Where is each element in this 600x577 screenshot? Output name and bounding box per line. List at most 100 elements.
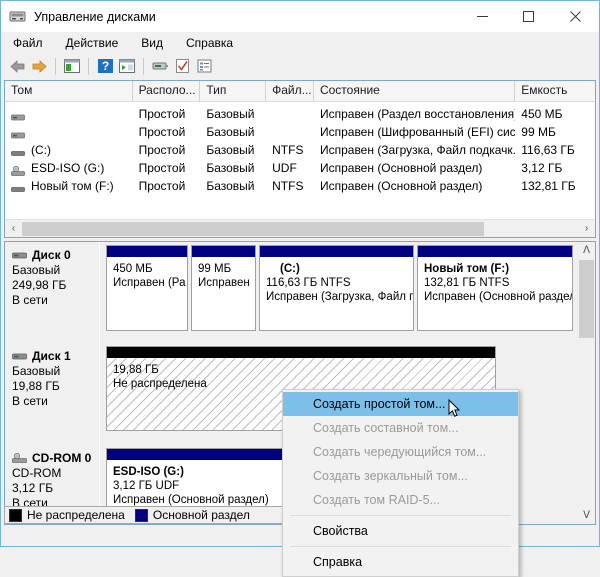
disk-row-disk0[interactable]: Диск 0 Базовый 249,98 ГБ В сети 450 МБ И…: [5, 242, 580, 343]
cell-filesystem: NTFS: [272, 143, 304, 157]
ctx-new-mirrored-volume: Создать зеркальный том...: [313, 469, 468, 483]
cell-type: Базовый: [206, 107, 255, 121]
partition-color-bar: [418, 246, 572, 257]
disk-size: 19,88 ГБ: [12, 379, 60, 393]
volume-list-header: Том Располо... Тип Файл... Состояние Емк…: [5, 81, 595, 102]
cell-status: Исправен (Загрузка, Файл подкачк...: [319, 143, 516, 157]
column-header-volume[interactable]: Том: [5, 81, 133, 101]
properties-list-icon[interactable]: [193, 56, 215, 77]
partition-title: (C:): [280, 263, 300, 275]
ctx-new-simple-volume[interactable]: Создать простой том...: [283, 392, 518, 416]
ctx-new-striped-volume: Создать чередующийся том...: [313, 445, 487, 459]
forward-icon[interactable]: [28, 56, 50, 77]
help-icon[interactable]: ?: [94, 56, 116, 77]
toolbar-separator-1: [55, 57, 56, 75]
partition-c[interactable]: (C:) 116,63 ГБ NTFS Исправен (Загрузка, …: [259, 245, 414, 331]
partition-size: 19,88 ГБ: [113, 364, 159, 376]
volume-list-body: Простой Базовый Исправен (Раздел восстан…: [5, 102, 595, 195]
scroll-up-arrow[interactable]: ᐱ: [578, 242, 595, 259]
partition-size: 132,81 ГБ NTFS: [424, 277, 510, 289]
cell-type: Базовый: [206, 143, 255, 157]
partition-f[interactable]: Новый том (F:) 132,81 ГБ NTFS Исправен (…: [417, 245, 573, 331]
scroll-left-arrow[interactable]: ‹: [5, 221, 22, 237]
legend-label-unallocated: Не распределена: [27, 508, 125, 522]
menu-file[interactable]: Файл: [10, 35, 46, 51]
disk-type: Базовый: [12, 263, 61, 277]
show-hide-console-tree-icon[interactable]: [61, 56, 83, 77]
column-header-type[interactable]: Тип: [200, 81, 267, 101]
scroll-thumb[interactable]: [579, 260, 594, 338]
disk-management-icon: [9, 9, 27, 25]
ctx-properties[interactable]: Свойства: [283, 519, 518, 543]
partition-color-bar: [260, 246, 413, 257]
partition-efi[interactable]: 99 МБ Исправен: [191, 245, 256, 331]
menu-view[interactable]: Вид: [138, 35, 166, 51]
menu-help[interactable]: Справка: [183, 35, 236, 51]
cell-volume: (C:): [31, 143, 51, 157]
minimize-button[interactable]: [459, 1, 505, 32]
table-row[interactable]: (C:) Простой Базовый NTFS Исправен (Загр…: [5, 141, 595, 159]
table-row[interactable]: Простой Базовый Исправен (Шифрованный (E…: [5, 123, 595, 141]
ctx-new-spanned-volume: Создать составной том...: [313, 421, 459, 435]
partition-color-bar: [192, 246, 255, 257]
scroll-down-arrow[interactable]: ᐯ: [578, 507, 595, 524]
cell-status: Исправен (Основной раздел): [319, 179, 483, 193]
cd-rom-icon: [12, 453, 27, 463]
back-icon[interactable]: [6, 56, 28, 77]
disk-label-disk0[interactable]: Диск 0 Базовый 249,98 ГБ В сети: [5, 242, 100, 343]
ctx-help[interactable]: Справка: [283, 550, 518, 574]
cell-layout: Простой: [138, 125, 186, 139]
checkmark-icon[interactable]: [171, 56, 193, 77]
show-action-pane-icon[interactable]: [116, 56, 138, 77]
disk-label-disk1[interactable]: Диск 1 Базовый 19,88 ГБ В сети: [5, 343, 100, 445]
column-header-layout[interactable]: Располо...: [133, 81, 201, 101]
partition-status: Исправен: [198, 277, 250, 289]
column-header-status[interactable]: Состояние: [314, 81, 516, 101]
menu-bar: Файл Действие Вид Справка: [1, 32, 599, 54]
menu-action[interactable]: Действие: [63, 35, 122, 51]
table-row[interactable]: Простой Базовый Исправен (Раздел восстан…: [5, 105, 595, 123]
legend-bar: Не распределена Основной раздел: [4, 506, 290, 524]
legend-label-primary: Основной раздел: [152, 508, 250, 522]
disk-name: Диск 1: [32, 349, 71, 363]
scroll-right-arrow[interactable]: ›: [578, 221, 595, 237]
disk-name: Диск 0: [32, 248, 71, 262]
cell-volume: Новый том (F:): [31, 179, 114, 193]
partition-color-bar: [107, 347, 495, 358]
cell-status: Исправен (Основной раздел): [319, 161, 483, 175]
rescan-disks-icon[interactable]: [149, 56, 171, 77]
partition-status: Исправен (Основной раздел): [424, 291, 572, 303]
cell-capacity: 116,63 ГБ: [521, 143, 575, 157]
scroll-track[interactable]: [22, 221, 578, 237]
cell-volume: ESD-ISO (G:): [31, 161, 105, 175]
disk-size: 3,12 ГБ: [12, 481, 54, 495]
partition-recovery[interactable]: 450 МБ Исправен (Ра: [106, 245, 188, 331]
scroll-thumb[interactable]: [22, 221, 484, 236]
window-controls: [459, 1, 599, 32]
graphical-view-vertical-scrollbar[interactable]: ᐱ ᐯ: [578, 242, 595, 524]
hard-drive-icon: [11, 110, 25, 121]
partition-size: 450 МБ: [113, 263, 153, 275]
close-button[interactable]: [551, 1, 599, 32]
cell-layout: Простой: [138, 161, 186, 175]
cell-capacity: 450 МБ: [521, 107, 563, 121]
maximize-button[interactable]: [505, 1, 551, 32]
column-header-filesystem[interactable]: Файл...: [266, 81, 314, 101]
table-row[interactable]: ESD-ISO (G:) Простой Базовый UDF Исправе…: [5, 159, 595, 177]
context-menu: Создать простой том... Создать составной…: [282, 389, 519, 577]
cell-capacity: 132,81 ГБ: [521, 179, 576, 193]
mouse-cursor: [448, 398, 461, 422]
hard-disk-icon: [12, 351, 27, 361]
partition-color-bar: [107, 449, 289, 460]
toolbar: ?: [1, 54, 599, 78]
window-title: Управление дисками: [34, 9, 156, 24]
table-row[interactable]: Новый том (F:) Простой Базовый NTFS Испр…: [5, 177, 595, 195]
disk-size: 249,98 ГБ: [12, 278, 67, 292]
cell-layout: Простой: [138, 179, 186, 193]
hard-drive-icon: [11, 128, 25, 139]
column-header-capacity[interactable]: Емкость: [515, 81, 595, 101]
volume-list-horizontal-scrollbar[interactable]: ‹ ›: [5, 219, 595, 237]
disk-type: Базовый: [12, 364, 61, 378]
cell-type: Базовый: [206, 125, 255, 139]
partition-status: Исправен (Основной раздел): [113, 494, 269, 506]
